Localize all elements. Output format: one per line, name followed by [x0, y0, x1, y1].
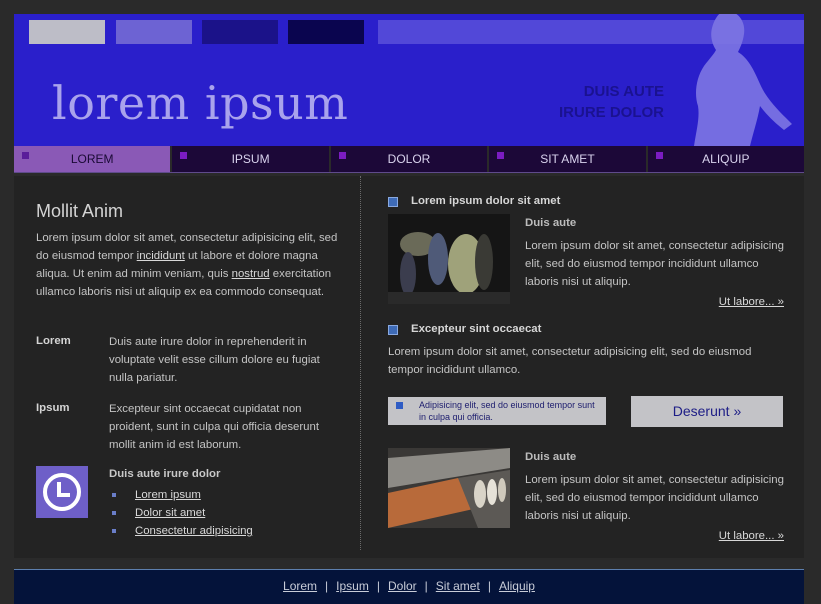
definition-text: Duis aute irure dolor in reprehenderit i…	[109, 336, 320, 384]
intro-link-incididunt[interactable]: incididunt	[137, 250, 185, 262]
square-bullet-icon	[396, 402, 403, 409]
photo-image	[388, 214, 510, 304]
nav-item-lorem[interactable]: LOREM	[14, 146, 173, 172]
nav-item-label: DOLOR	[387, 152, 431, 166]
color-swatch-navy	[288, 20, 364, 44]
nav-item-label: LOREM	[70, 152, 114, 166]
read-more-link[interactable]: Ut labore... »	[719, 530, 784, 542]
nav-item-sit-amet[interactable]: SIT AMET	[489, 146, 648, 172]
photo-image	[388, 448, 510, 528]
related-link-lorem-ipsum[interactable]: Lorem ipsum	[135, 489, 201, 501]
clock-icon	[36, 466, 88, 518]
footer-link-lorem[interactable]: Lorem	[283, 579, 317, 593]
definition-text: Excepteur sint occaecat cupidatat non pr…	[109, 403, 320, 451]
list-item: Consectetur adipisicing	[109, 522, 253, 540]
notice-box: Adipisicing elit, sed do eiusmod tempor …	[388, 397, 606, 425]
intro-paragraph: Lorem ipsum dolor sit amet, consectetur …	[36, 229, 346, 301]
read-more-link[interactable]: Ut labore... »	[719, 296, 784, 308]
nav-item-label: SIT AMET	[540, 152, 595, 166]
notice-text: Adipisicing elit, sed do eiusmod tempor …	[419, 400, 595, 422]
footer-separator: |	[487, 579, 491, 593]
footer-separator: |	[376, 579, 380, 593]
column-divider	[360, 176, 361, 550]
related-link-consectetur[interactable]: Consectetur adipisicing	[135, 525, 253, 537]
site-header: lorem ipsum DUIS AUTE IRURE DOLOR	[14, 14, 804, 146]
nav-bullet-icon	[497, 152, 505, 159]
main-content: Mollit Anim Lorem ipsum dolor sit amet, …	[14, 176, 804, 558]
square-bullet-icon	[388, 325, 398, 335]
clock-face-icon	[43, 473, 81, 511]
nav-item-aliquip[interactable]: ALIQUIP	[647, 146, 805, 172]
list-item: Lorem ipsum	[109, 486, 253, 504]
article-text: Lorem ipsum dolor sit amet, consectetur …	[525, 474, 784, 522]
color-swatch-light-gray	[29, 20, 105, 44]
definition-term: Lorem	[36, 335, 71, 347]
night-crowd-thumbnail[interactable]	[388, 214, 510, 304]
nav-bullet-icon	[180, 152, 188, 159]
header-tagline: DUIS AUTE IRURE DOLOR	[559, 81, 664, 123]
nav-bullet-icon	[22, 152, 29, 159]
footer-link-sit-amet[interactable]: Sit amet	[436, 579, 480, 593]
intro-link-nostrud[interactable]: nostrud	[232, 268, 270, 280]
train-station-thumbnail[interactable]	[388, 448, 510, 528]
nav-item-ipsum[interactable]: IPSUM	[172, 146, 331, 172]
footer-link-dolor[interactable]: Dolor	[388, 579, 417, 593]
tagline-line-1: DUIS AUTE	[583, 83, 664, 100]
footer-link-aliquip[interactable]: Aliquip	[499, 579, 535, 593]
page-title: Mollit Anim	[36, 201, 124, 221]
nav-item-label: IPSUM	[231, 152, 270, 166]
article-text: Lorem ipsum dolor sit amet, consectetur …	[388, 346, 752, 376]
nav-bullet-icon	[655, 152, 663, 159]
footer-link-ipsum[interactable]: Ipsum	[336, 579, 369, 593]
list-item: Dolor sit amet	[109, 504, 253, 522]
article-heading: Lorem ipsum dolor sit amet	[411, 195, 561, 207]
article-subheading: Duis aute	[525, 217, 577, 229]
site-logo[interactable]: lorem ipsum	[52, 76, 348, 130]
nav-item-dolor[interactable]: DOLOR	[330, 146, 490, 172]
footer-separator: |	[424, 579, 428, 593]
square-bullet-icon	[388, 197, 398, 207]
nav-bullet-icon	[338, 152, 346, 159]
color-swatch-dark-blue	[202, 20, 278, 44]
tagline-line-2: IRURE DOLOR	[559, 104, 664, 121]
definition-term: Ipsum	[36, 402, 70, 414]
color-swatch-lavender	[116, 20, 192, 44]
links-heading: Duis aute irure dolor	[109, 468, 221, 480]
article-subheading: Duis aute	[525, 451, 577, 463]
article-text: Lorem ipsum dolor sit amet, consectetur …	[525, 240, 784, 288]
related-links-list: Lorem ipsum Dolor sit amet Consectetur a…	[109, 486, 253, 540]
article-heading: Excepteur sint occaecat	[411, 323, 542, 335]
deserunt-button[interactable]: Deserunt »	[631, 396, 783, 427]
site-footer: Lorem | Ipsum | Dolor | Sit amet | Aliquip	[14, 569, 804, 604]
main-nav: LOREM IPSUM DOLOR SIT AMET ALIQUIP	[14, 146, 805, 173]
related-link-dolor-sit-amet[interactable]: Dolor sit amet	[135, 507, 205, 519]
nav-item-label: ALIQUIP	[702, 152, 750, 166]
footer-separator: |	[325, 579, 329, 593]
woman-silhouette-image	[694, 14, 792, 146]
